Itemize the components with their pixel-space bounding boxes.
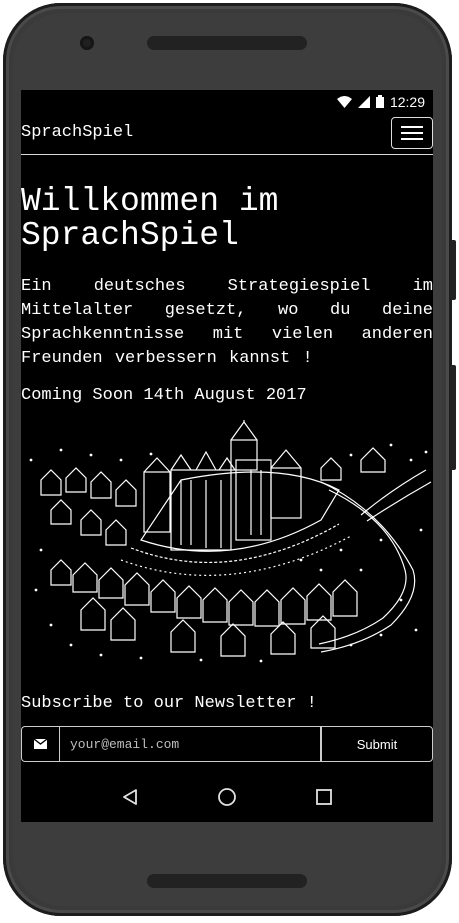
status-time: 12:29 (389, 93, 425, 110)
envelope-icon (21, 726, 59, 762)
status-bar: 12:29 (21, 90, 433, 113)
recents-icon[interactable] (309, 782, 339, 812)
phone-screen: 12:29 SprachSpiel Willkommen im SprachSp… (21, 90, 433, 822)
front-camera (80, 36, 94, 50)
home-icon[interactable] (212, 782, 242, 812)
wifi-icon (336, 95, 352, 108)
brand-logo[interactable]: SprachSpiel (21, 123, 133, 142)
email-input[interactable] (59, 726, 321, 762)
launch-date: Coming Soon 14th August 2017 (21, 386, 307, 405)
intro-text: Ein deutsches Strategiespiel im Mittelal… (21, 277, 433, 368)
bottom-speaker (147, 874, 307, 888)
android-navigation-bar (21, 772, 433, 822)
earpiece-speaker (147, 36, 307, 50)
volume-button (450, 240, 456, 300)
newsletter-heading: Subscribe to our Newsletter ! (21, 694, 317, 713)
back-icon[interactable] (115, 782, 145, 812)
medieval-town-illustration (29, 420, 432, 663)
newsletter-form: Submit (21, 726, 433, 762)
submit-button[interactable]: Submit (321, 726, 433, 762)
hamburger-menu-icon[interactable] (391, 117, 433, 149)
page-title: Willkommen im SprachSpiel (21, 183, 279, 254)
power-button (450, 365, 456, 470)
battery-icon (375, 95, 384, 108)
cell-signal-icon (357, 95, 370, 108)
navbar: SprachSpiel (21, 114, 433, 155)
